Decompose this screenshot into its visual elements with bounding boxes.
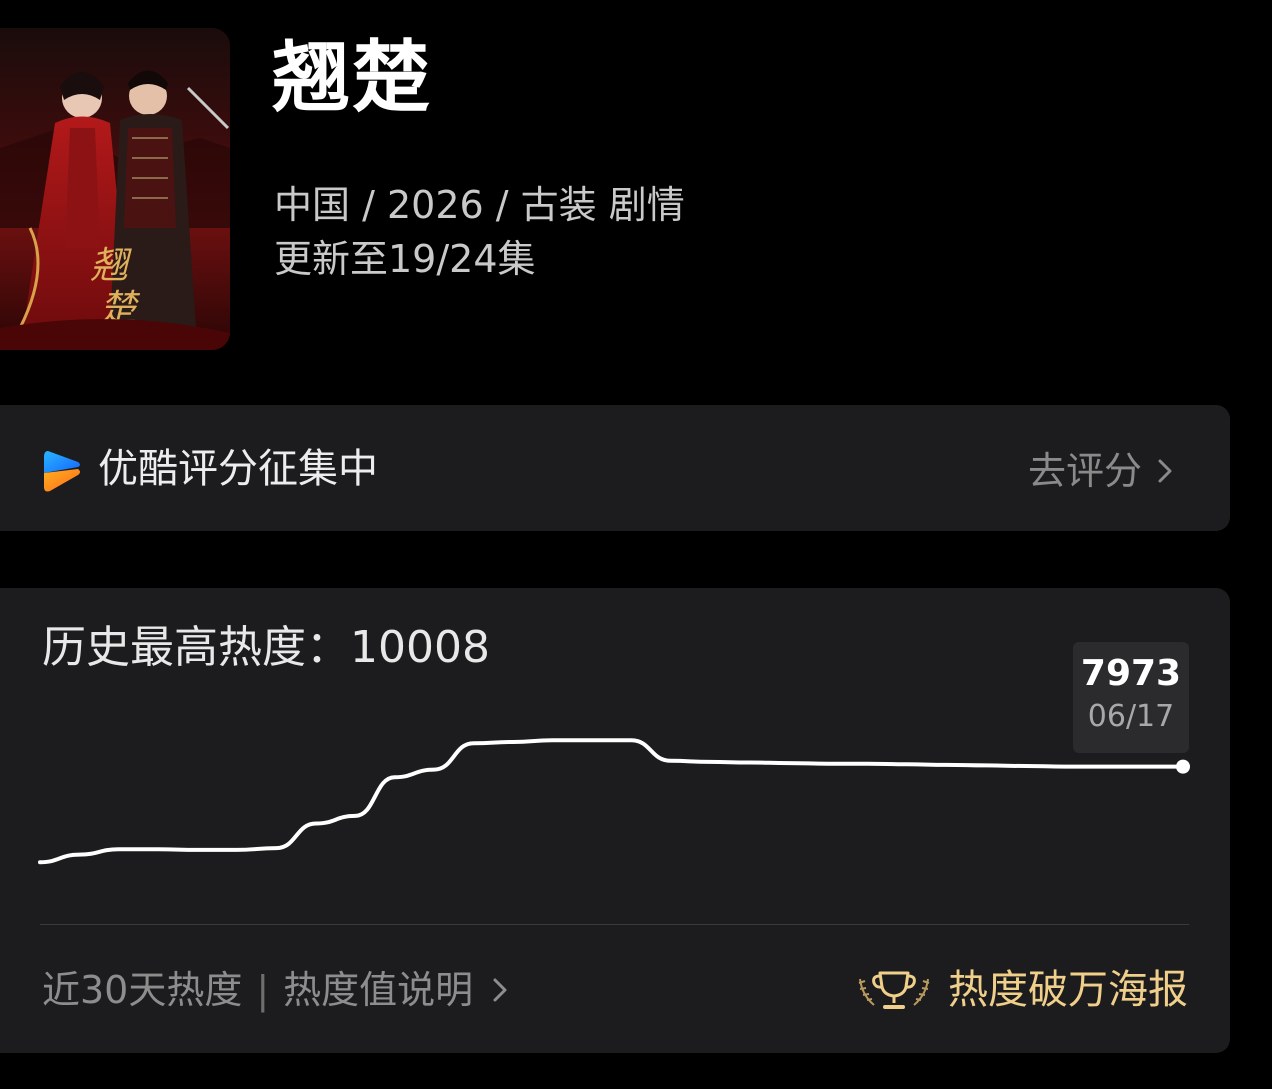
heat-series-line	[38, 738, 1185, 865]
show-meta-line: 中国 / 2026 / 古装 剧情	[274, 183, 685, 227]
show-meta: 中国 / 2026 / 古装 剧情 更新至19/24集	[274, 178, 685, 286]
chevron-right-icon	[1158, 459, 1172, 483]
tooltip-value: 7973	[1080, 653, 1182, 694]
youku-logo-icon	[44, 451, 80, 492]
heat-footer-left[interactable]: 近30天热度 | 热度值说明	[42, 960, 513, 1020]
tooltip-date: 06/17	[1087, 699, 1175, 734]
footer-separator: |	[256, 968, 270, 1012]
trophy-icon	[858, 971, 930, 1009]
show-title: 翘楚	[272, 33, 433, 123]
heat-poster-label: 热度破万海报	[948, 967, 1188, 1013]
rate-button-label: 去评分	[1027, 449, 1142, 493]
chevron-right-icon	[493, 978, 507, 1002]
rate-button[interactable]: 去评分	[1028, 443, 1178, 499]
heat-line-chart[interactable]	[0, 588, 1230, 928]
heat-poster-button[interactable]: 热度破万海报	[856, 960, 1188, 1020]
heat-tooltip: 7973 06/17	[1073, 642, 1189, 753]
heat-explain-link[interactable]: 热度值说明	[283, 960, 473, 1020]
heat-card: 历史最高热度：10008 7973 06/17 近30天热度 | 热度值说明 热…	[0, 588, 1230, 1053]
divider	[40, 924, 1189, 925]
show-poster[interactable]: 翘 楚	[0, 28, 230, 350]
heat-range-label: 近30天热度	[42, 968, 243, 1012]
rating-label: 优酷评分征集中	[98, 446, 378, 492]
rating-card[interactable]: 优酷评分征集中 去评分	[0, 405, 1230, 531]
heat-highlight-point	[1176, 759, 1190, 774]
show-episodes: 更新至19/24集	[274, 237, 536, 281]
svg-text:翘: 翘	[90, 243, 132, 287]
